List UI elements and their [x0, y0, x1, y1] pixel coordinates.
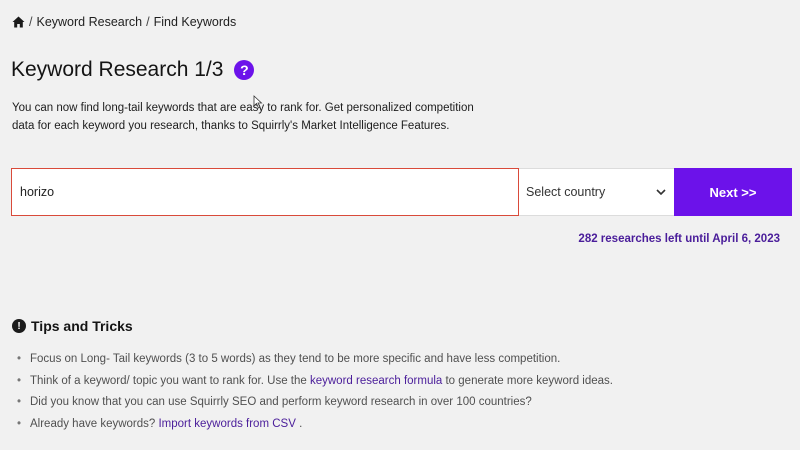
tip-text: Did you know that you can use Squirrly S… [30, 396, 532, 408]
breadcrumb-separator: / [29, 15, 33, 29]
breadcrumb-find-keywords: Find Keywords [153, 15, 237, 29]
tip-text: . [295, 417, 303, 430]
tips-list: • Focus on Long- Tail keywords (3 to 5 w… [17, 350, 613, 436]
list-item: • Did you know that you can use Squirrly… [17, 393, 613, 415]
question-mark-icon[interactable]: ? [234, 60, 255, 80]
mouse-cursor-icon [253, 95, 263, 109]
list-item: • Think of a keyword/ topic you want to … [17, 372, 613, 394]
tip-text: Think of a keyword/ topic you want to ra… [30, 374, 310, 387]
page-title: Keyword Research 1/3 [11, 58, 224, 81]
next-button[interactable]: Next >> [674, 168, 792, 216]
breadcrumb-separator: / [146, 15, 150, 29]
keyword-search-form: Select country Next >> [11, 168, 792, 216]
country-select[interactable]: Select country [519, 168, 674, 216]
list-item: • Already have keywords? Import keywords… [17, 415, 613, 437]
breadcrumb-keyword-research[interactable]: Keyword Research [36, 15, 142, 29]
tip-text: to generate more keyword ideas. [442, 374, 613, 387]
breadcrumb: / Keyword Research / Find Keywords [12, 15, 236, 29]
keyword-input[interactable] [11, 168, 519, 216]
list-item: • Focus on Long- Tail keywords (3 to 5 w… [17, 350, 613, 372]
tips-header: ! Tips and Tricks [12, 318, 133, 334]
exclamation-icon: ! [12, 319, 26, 333]
researches-left-text: 282 researches left until April 6, 2023 [578, 233, 780, 245]
home-icon[interactable] [12, 16, 25, 28]
intro-text: You can now find long-tail keywords that… [12, 102, 474, 132]
keyword-research-formula-link[interactable]: keyword research formula [310, 375, 442, 387]
tip-text: Already have keywords? [30, 417, 159, 430]
import-keywords-csv-link[interactable]: Import keywords from CSV [158, 418, 295, 430]
title-row: Keyword Research 1/3 ? [11, 58, 255, 82]
tips-title: Tips and Tricks [31, 318, 133, 334]
bullet-icon: • [17, 396, 22, 408]
country-select-label: Select country [526, 185, 606, 199]
tip-text: Focus on Long- Tail keywords (3 to 5 wor… [30, 353, 561, 365]
bullet-icon: • [17, 417, 22, 430]
bullet-icon: • [17, 374, 22, 387]
chevron-down-icon [656, 189, 666, 195]
bullet-icon: • [17, 353, 22, 365]
